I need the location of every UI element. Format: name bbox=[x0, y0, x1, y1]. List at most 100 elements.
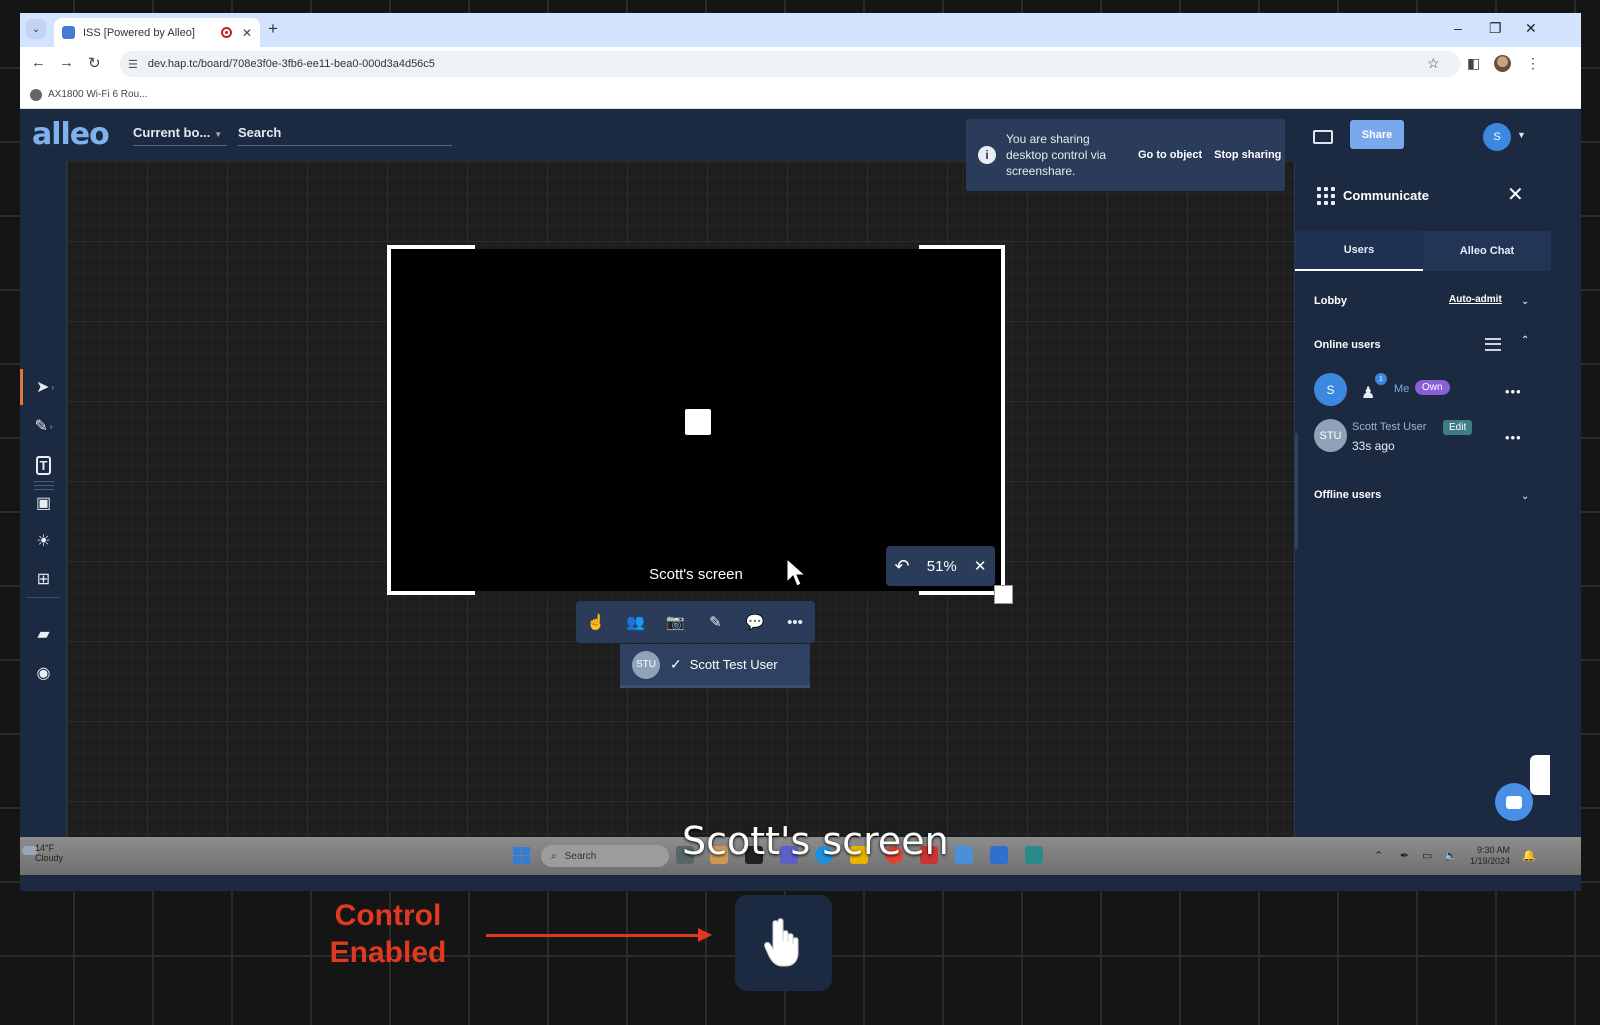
kebab-menu-icon[interactable]: ⋮ bbox=[1526, 55, 1540, 72]
tray-chevron-up-icon[interactable]: ⌃ bbox=[1374, 849, 1383, 862]
clock-time: 9:30 AM bbox=[1477, 845, 1511, 855]
recording-icon bbox=[220, 27, 232, 38]
share-button[interactable]: Share bbox=[1350, 120, 1404, 149]
control-user-option[interactable]: Scott Test User bbox=[690, 657, 778, 672]
panel-scrollbar[interactable] bbox=[1295, 433, 1298, 549]
avatar: STU bbox=[632, 650, 660, 679]
profile-avatar[interactable] bbox=[1494, 55, 1511, 72]
speaker-muted-icon[interactable]: 🔈 bbox=[1444, 849, 1458, 862]
sidepanel-icon[interactable]: ◧ bbox=[1467, 55, 1480, 72]
restore-icon[interactable]: ❐ bbox=[1489, 20, 1502, 37]
control-enabled-button[interactable] bbox=[735, 895, 832, 991]
close-icon[interactable]: ✕ bbox=[1507, 182, 1524, 207]
pen-tray-icon[interactable]: ✒ bbox=[1400, 849, 1409, 862]
minimize-icon[interactable]: – bbox=[1454, 20, 1462, 36]
close-window-icon[interactable]: ✕ bbox=[1525, 20, 1537, 37]
taskbar-search[interactable]: ⌕ Search bbox=[541, 845, 669, 867]
stop-sharing-button[interactable]: Stop sharing bbox=[1214, 149, 1281, 161]
annotate-button[interactable]: ✎ bbox=[702, 609, 728, 635]
more-dots-icon: ••• bbox=[787, 613, 803, 631]
lightbulb-icon: ☀ bbox=[36, 533, 51, 550]
lobby-label: Lobby bbox=[1314, 295, 1347, 307]
resize-handle[interactable] bbox=[994, 585, 1013, 604]
auto-admit-link[interactable]: Auto-admit bbox=[1449, 294, 1502, 305]
navigate-tool-button[interactable]: ◉ bbox=[20, 655, 67, 691]
snapshot-button[interactable]: 📷 bbox=[663, 609, 689, 635]
bookmarks-bar: AX1800 Wi-Fi 6 Rou... bbox=[20, 81, 1581, 109]
cursor-arrow-icon: ➤ bbox=[35, 379, 50, 396]
online-chevron-up-icon[interactable]: ⌃ bbox=[1521, 335, 1529, 346]
weather-temp: 14°F bbox=[35, 843, 55, 853]
url-field[interactable]: ☰ dev.hap.tc/board/708e3f0e-3fb6-ee11-be… bbox=[120, 51, 1460, 77]
address-bar-row: ← → ↻ ☰ dev.hap.tc/board/708e3f0e-3fb6-e… bbox=[20, 47, 1581, 81]
screenshare-frame[interactable]: Scott's screen bbox=[387, 245, 1005, 595]
chevron-down-icon[interactable]: ▼ bbox=[1517, 130, 1526, 140]
tab-search-button[interactable]: ⌄ bbox=[26, 19, 46, 39]
forward-icon[interactable]: → bbox=[59, 54, 74, 71]
lobby-chevron-down-icon[interactable]: ⌄ bbox=[1521, 296, 1529, 307]
presenter-icon: ▣ bbox=[35, 495, 52, 512]
alleo-favicon-icon bbox=[62, 26, 75, 39]
hand-pointer-icon: ☝ bbox=[586, 614, 606, 631]
list-view-icon[interactable] bbox=[1485, 338, 1501, 351]
presenter-user-icon: ♟ bbox=[1361, 385, 1376, 402]
comment-icon: 💬 bbox=[745, 614, 765, 631]
user-more-icon[interactable]: ••• bbox=[1505, 384, 1522, 399]
panel-tabs: Users Alleo Chat bbox=[1295, 231, 1551, 271]
globe-icon bbox=[30, 88, 42, 101]
weather-condition: Cloudy bbox=[35, 853, 64, 863]
site-info-icon[interactable]: ☰ bbox=[128, 58, 138, 71]
compass-icon: ◉ bbox=[36, 665, 51, 682]
chevron-down-icon: ▼ bbox=[214, 130, 223, 139]
pencil-icon: ✎ bbox=[709, 614, 722, 631]
pen-tool-button[interactable]: ✎ › bbox=[20, 408, 67, 444]
widgets-tool-button[interactable]: ⊞ bbox=[20, 561, 67, 597]
go-to-object-button[interactable]: Go to object bbox=[1138, 149, 1202, 161]
star-icon[interactable]: ☆ bbox=[1427, 55, 1440, 72]
select-tool-button[interactable]: ➤ › bbox=[20, 369, 67, 405]
sharing-message: You are sharing desktop control via scre… bbox=[1006, 132, 1107, 178]
notification-bell-icon[interactable]: 🔔 bbox=[1522, 849, 1536, 862]
idea-tool-button[interactable]: ☀ bbox=[20, 523, 67, 559]
weather-widget[interactable]: 14°F Cloudy bbox=[35, 843, 63, 863]
windows-start-icon[interactable] bbox=[513, 847, 530, 864]
close-icon[interactable]: ✕ bbox=[974, 557, 987, 575]
search-icon: ⌕ bbox=[551, 850, 557, 862]
browser-tab[interactable]: ISS [Powered by Alleo] ✕ bbox=[54, 18, 260, 47]
reload-icon[interactable]: ↻ bbox=[88, 54, 101, 72]
network-icon[interactable]: ▭ bbox=[1422, 849, 1432, 862]
tab-alleo-chat[interactable]: Alleo Chat bbox=[1423, 231, 1551, 271]
panel-title: Communicate bbox=[1343, 188, 1429, 203]
bookmark-item[interactable]: AX1800 Wi-Fi 6 Rou... bbox=[48, 89, 147, 100]
sticky-tool-button[interactable]: ▣ bbox=[20, 485, 67, 521]
screen-label-overlay: Scott's screen bbox=[682, 819, 949, 863]
communicate-panel: Communicate ✕ Users Alleo Chat Lobby Aut… bbox=[1294, 161, 1551, 837]
tab-users[interactable]: Users bbox=[1295, 231, 1423, 271]
chat-bubble-button[interactable] bbox=[1495, 783, 1533, 821]
taskbar-app-icon[interactable] bbox=[990, 846, 1008, 864]
board-selector-label: Current bo... bbox=[133, 125, 211, 140]
taskbar-app-icon[interactable] bbox=[955, 846, 973, 864]
participants-button[interactable]: 👥 bbox=[623, 609, 649, 635]
back-icon[interactable]: ← bbox=[31, 54, 46, 71]
screen-cast-icon[interactable] bbox=[1313, 130, 1333, 144]
search-input[interactable]: Search bbox=[238, 125, 452, 146]
comment-button[interactable]: 💬 bbox=[742, 609, 768, 635]
offline-chevron-down-icon[interactable]: ⌄ bbox=[1521, 491, 1529, 502]
remote-control-button[interactable]: ☝ bbox=[583, 609, 609, 635]
taskbar-search-label: Search bbox=[564, 850, 597, 862]
user-more-icon[interactable]: ••• bbox=[1505, 430, 1522, 445]
edge-widget[interactable] bbox=[1530, 755, 1550, 795]
files-tool-button[interactable]: ▰ bbox=[20, 616, 67, 652]
new-tab-button[interactable]: + bbox=[268, 19, 278, 39]
close-tab-icon[interactable]: ✕ bbox=[242, 26, 252, 40]
text-tool-button[interactable]: T bbox=[20, 447, 67, 483]
more-button[interactable]: ••• bbox=[782, 609, 808, 635]
annotation-label: Control Enabled bbox=[329, 899, 447, 969]
tab-bar: ⌄ ISS [Powered by Alleo] ✕ + – ❐ ✕ bbox=[20, 13, 1581, 47]
taskbar-clock[interactable]: 9:30 AM 1/19/2024 bbox=[1470, 845, 1510, 867]
avatar[interactable]: S bbox=[1483, 123, 1511, 151]
board-selector[interactable]: Current bo... ▼ bbox=[133, 125, 227, 146]
taskbar-app-icon[interactable] bbox=[1025, 846, 1043, 864]
undo-arrow-icon[interactable]: ↶ bbox=[895, 556, 910, 577]
